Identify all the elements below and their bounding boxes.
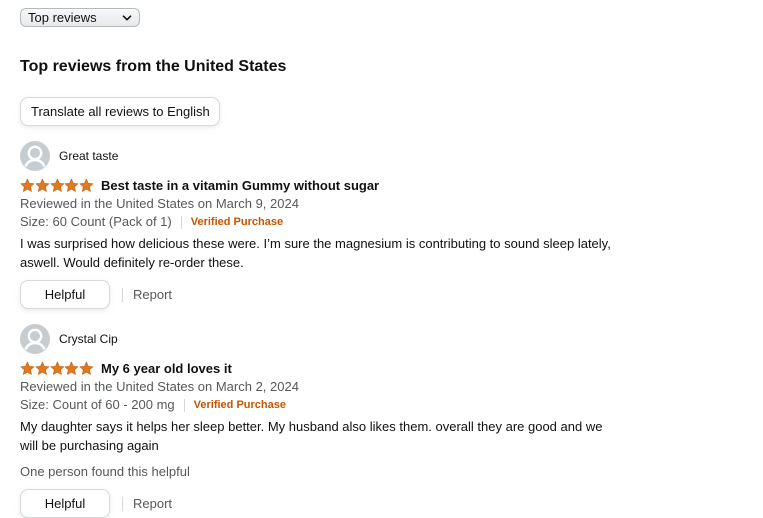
chevron-down-icon	[122, 15, 132, 21]
divider	[122, 287, 123, 302]
star-icon	[20, 361, 35, 375]
divider	[183, 398, 185, 412]
star-icon	[50, 361, 64, 375]
review-title[interactable]: My 6 year old loves it	[101, 361, 232, 376]
reviews-page: Top reviews Top reviews from the United …	[0, 0, 763, 518]
divider	[122, 496, 123, 511]
helpful-button[interactable]: Helpful	[20, 489, 110, 518]
star-icon	[64, 178, 79, 192]
review-variant[interactable]: Size: Count of 60 - 200 mg	[20, 396, 175, 414]
reviewer-profile[interactable]: Great taste	[20, 141, 640, 171]
review-body: My daughter says it helps her sleep bett…	[20, 419, 603, 453]
star-icon	[35, 178, 50, 192]
star-rating[interactable]	[20, 178, 94, 193]
review-date: Reviewed in the United States on March 9…	[20, 196, 299, 211]
review-card: Great taste Best taste in a vitamin Gumm…	[20, 141, 640, 309]
avatar-icon	[20, 141, 50, 171]
verified-purchase-badge: Verified Purchase	[190, 216, 284, 228]
star-icon	[64, 361, 79, 375]
star-icon	[79, 178, 94, 192]
star-icon	[35, 361, 50, 375]
star-icon	[79, 361, 94, 375]
sort-dropdown[interactable]: Top reviews	[20, 8, 140, 27]
reviewer-name: Great taste	[59, 149, 119, 163]
verified-purchase-badge: Verified Purchase	[193, 399, 286, 411]
section-title: Top reviews from the United States	[20, 58, 287, 75]
report-link[interactable]: Report	[133, 496, 172, 511]
avatar-icon	[20, 324, 50, 354]
review-title[interactable]: Best taste in a vitamin Gummy without su…	[101, 178, 379, 193]
review-date: Reviewed in the United States on March 2…	[20, 379, 299, 394]
review-variant[interactable]: Size: 60 Count (Pack of 1)	[20, 213, 172, 231]
sort-dropdown-value: Top reviews	[28, 10, 97, 25]
star-icon	[50, 178, 64, 192]
star-rating[interactable]	[20, 361, 94, 376]
divider	[180, 215, 182, 229]
review-card: Crystal Cip My 6 year old loves it Revie…	[20, 324, 640, 518]
star-icon	[20, 178, 35, 192]
review-body: I was surprised how delicious these were…	[20, 236, 611, 270]
reviewer-profile[interactable]: Crystal Cip	[20, 324, 640, 354]
helpful-count: One person found this helpful	[20, 464, 190, 479]
translate-all-reviews-button[interactable]: Translate all reviews to English	[20, 97, 220, 126]
reviewer-name: Crystal Cip	[59, 332, 118, 346]
helpful-button[interactable]: Helpful	[20, 280, 110, 309]
report-link[interactable]: Report	[133, 287, 172, 302]
